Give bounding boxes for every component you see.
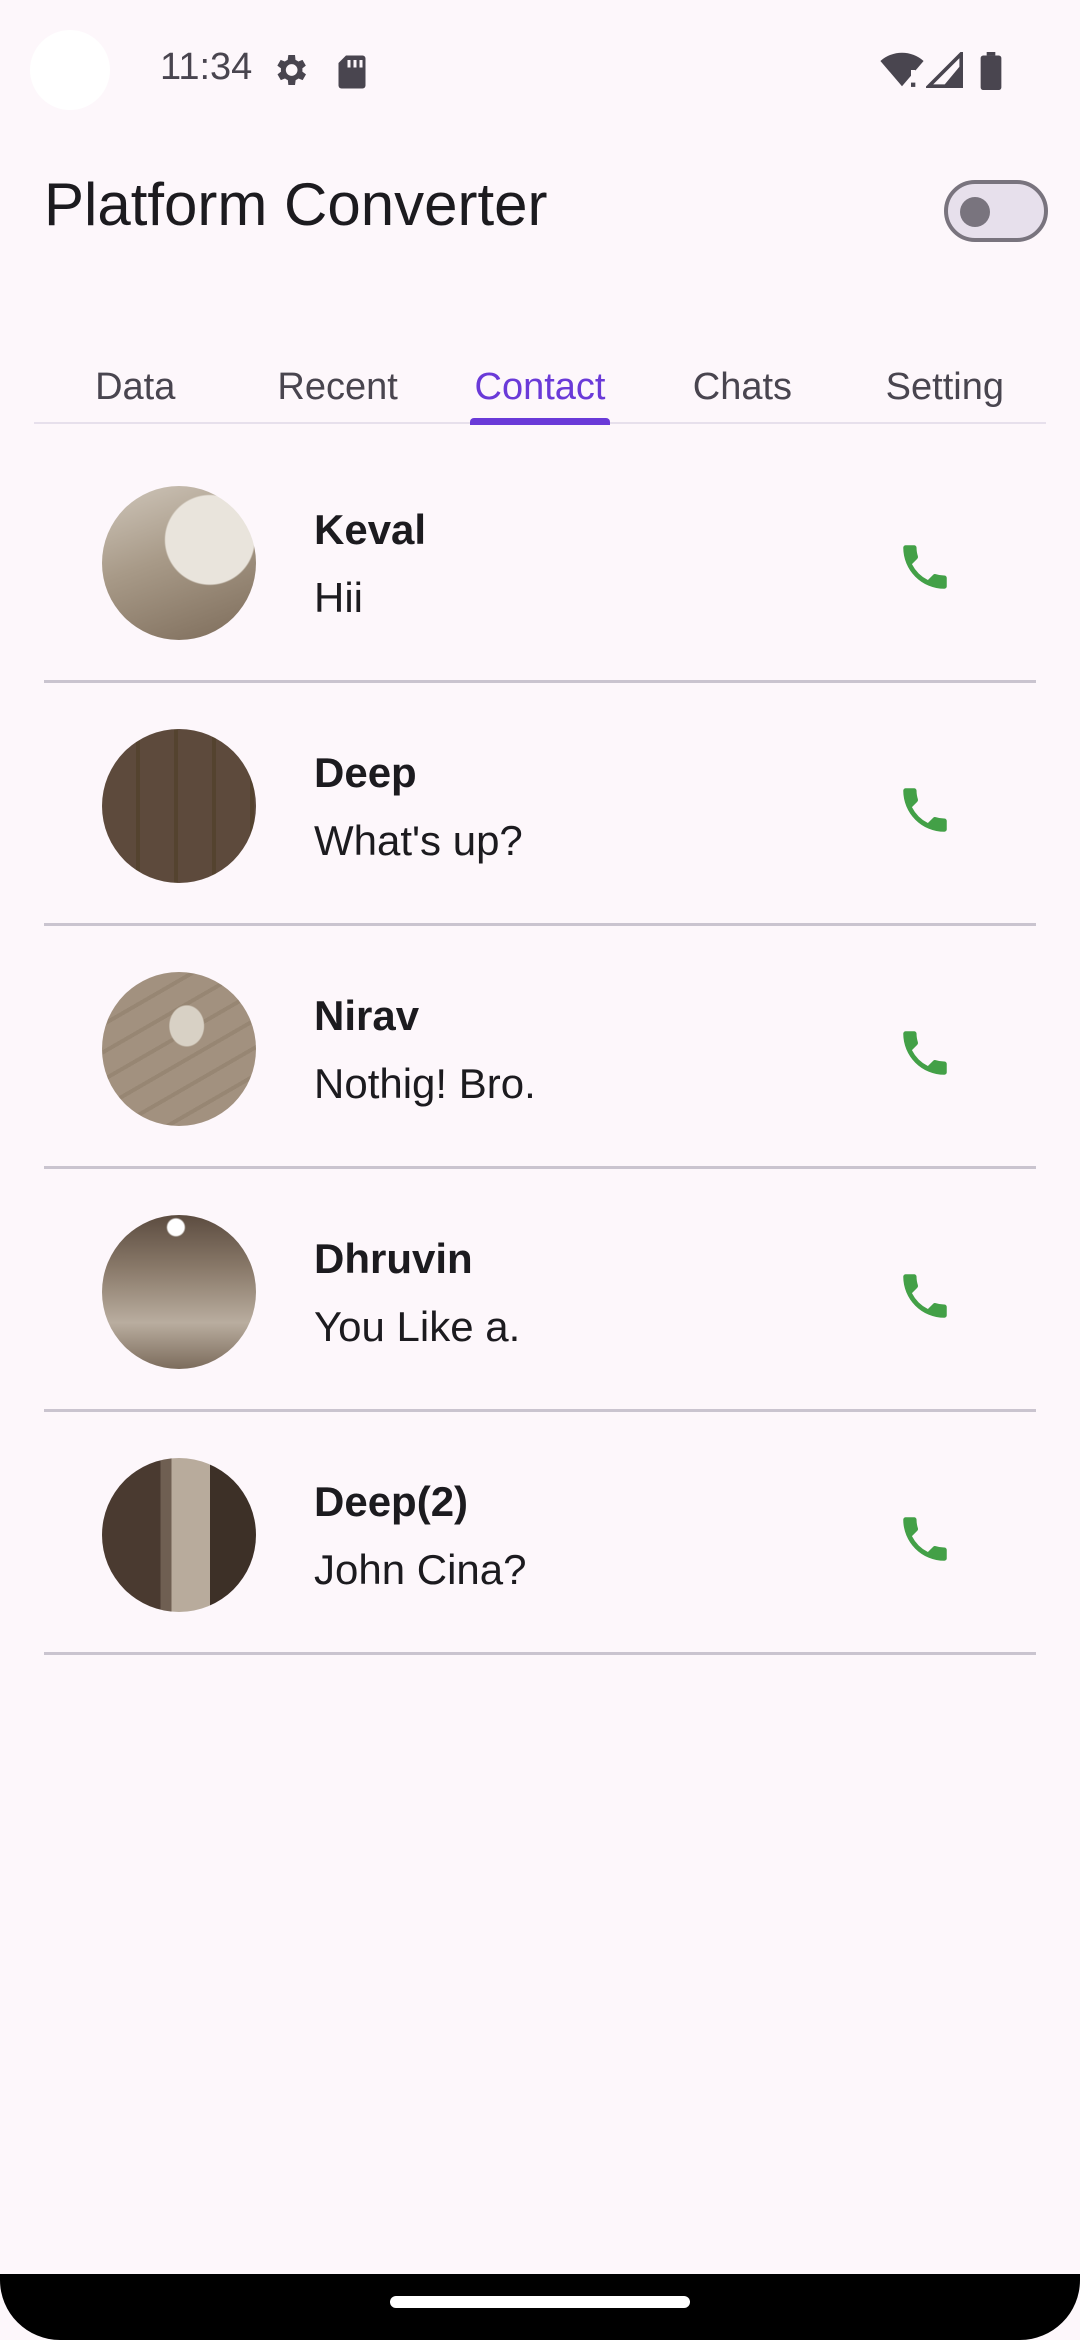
contact-message: What's up?: [314, 817, 523, 864]
status-bar: 11:34: [0, 0, 1080, 140]
contact-avatar: [102, 729, 256, 883]
contact-row[interactable]: Keval Hii: [44, 440, 1036, 683]
tab-label: Chats: [692, 366, 793, 408]
phone-call-icon[interactable]: [896, 1024, 954, 1082]
sd-card-icon: [338, 55, 366, 89]
contact-name: Deep: [314, 749, 417, 796]
contact-message: Nothig! Bro.: [314, 1060, 536, 1107]
tab-data[interactable]: Data: [34, 360, 236, 422]
status-time: 11:34: [160, 46, 253, 88]
contact-avatar: [102, 486, 256, 640]
tab-contact[interactable]: Contact: [439, 360, 641, 425]
home-gesture-handle[interactable]: [390, 2296, 690, 2308]
theme-toggle-switch[interactable]: [944, 180, 1048, 242]
active-tab-indicator: [470, 418, 611, 425]
contact-message: John Cina?: [314, 1546, 527, 1593]
contact-row[interactable]: Nirav Nothig! Bro.: [44, 926, 1036, 1169]
contact-avatar: [102, 972, 256, 1126]
phone-call-icon[interactable]: [896, 1510, 954, 1568]
tab-setting[interactable]: Setting: [844, 360, 1046, 422]
contact-row[interactable]: Dhruvin You Like a.: [44, 1169, 1036, 1412]
contact-row[interactable]: Deep(2) John Cina?: [44, 1412, 1036, 1655]
contact-name: Dhruvin: [314, 1235, 473, 1282]
camera-cutout: [30, 30, 110, 110]
battery-icon: [980, 52, 1002, 90]
contact-name: Nirav: [314, 992, 420, 1039]
settings-gear-icon: [277, 55, 306, 85]
tab-chats[interactable]: Chats: [641, 360, 843, 422]
contact-name: Keval: [314, 506, 427, 553]
app-title: Platform Converter: [44, 171, 548, 238]
phone-call-icon[interactable]: [896, 781, 954, 839]
contact-row[interactable]: Deep What's up?: [44, 683, 1036, 926]
tab-label: Data: [95, 366, 176, 408]
contact-avatar: [102, 1215, 256, 1369]
tab-label: Recent: [277, 366, 398, 408]
tab-recent[interactable]: Recent: [236, 360, 438, 422]
tab-label: Setting: [885, 366, 1004, 408]
tab-label: Contact: [474, 366, 606, 408]
contact-list: Keval Hii Deep What's up? Nirav Nothig! …: [44, 440, 1036, 1655]
contact-avatar: [102, 1458, 256, 1612]
phone-call-icon[interactable]: [896, 1267, 954, 1325]
tab-bar: Data Recent Contact Chats Setting: [34, 360, 1046, 425]
contact-message: You Like a.: [314, 1303, 521, 1350]
contact-name: Deep(2): [314, 1478, 469, 1525]
cell-signal-icon: [926, 52, 963, 88]
contact-message: Hii: [314, 574, 363, 621]
phone-call-icon[interactable]: [896, 538, 954, 596]
wifi-icon: [880, 52, 924, 87]
toggle-knob: [960, 197, 990, 227]
